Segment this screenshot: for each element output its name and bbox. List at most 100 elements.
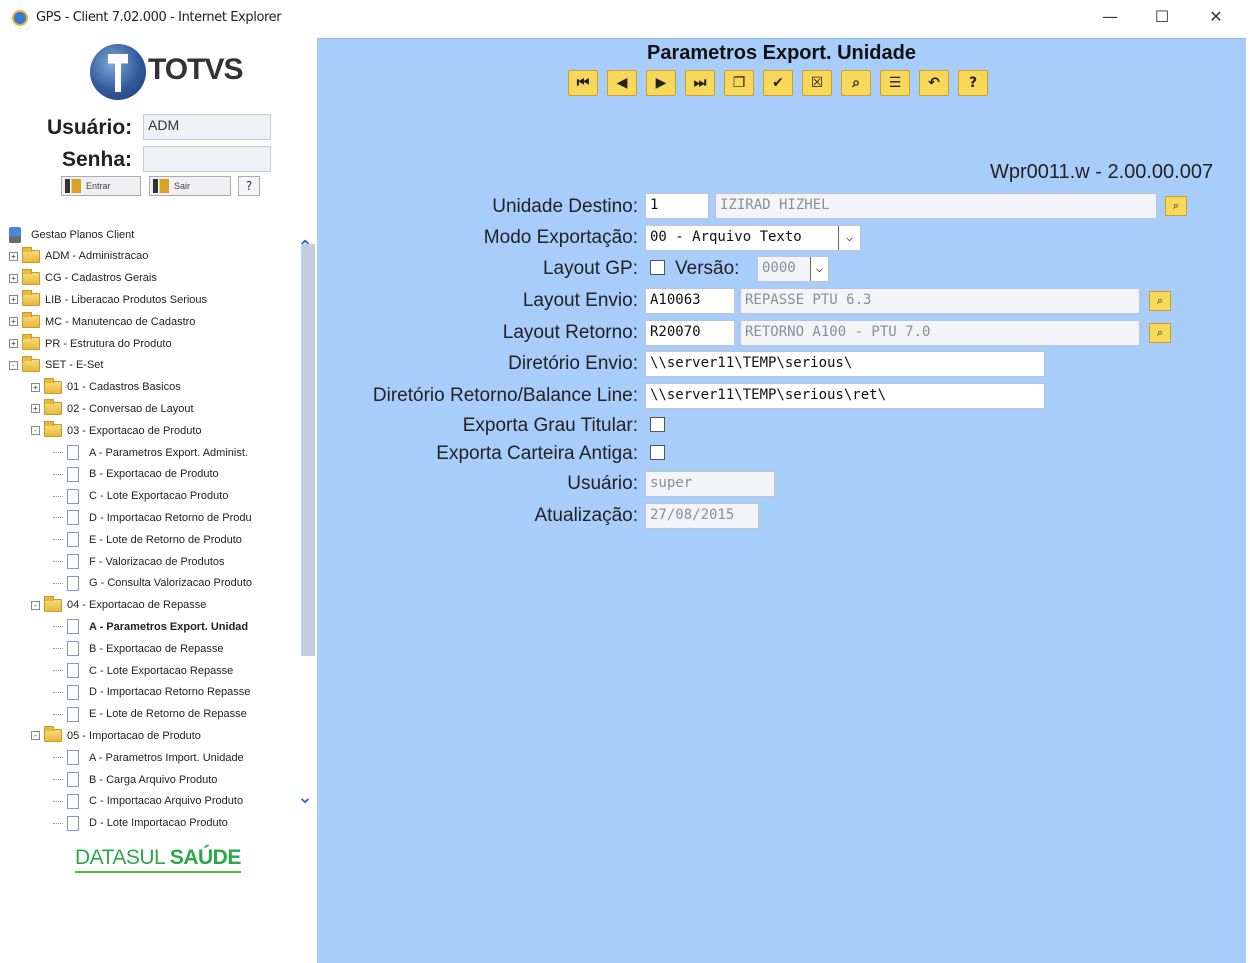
tree-item[interactable]: + MC - Manutencao de Cadastro	[9, 311, 195, 332]
enter-icon	[65, 179, 81, 193]
tree-item[interactable]: E - Lote de Retorno de Produto	[53, 529, 242, 550]
tree-item-label: A - Parametros Export. Unidad	[89, 620, 249, 633]
document-icon	[67, 793, 79, 809]
previous-record-button[interactable]: ◀	[607, 70, 637, 96]
tree-item[interactable]: A - Parametros Export. Administ.	[53, 442, 248, 463]
tree-item[interactable]: C - Importacao Arquivo Produto	[53, 791, 243, 812]
document-icon	[67, 684, 79, 700]
program-version: Wpr0011.w - 2.00.00.007	[990, 161, 1214, 183]
tree-item[interactable]: - SET - E-Set	[9, 355, 103, 376]
enter-button[interactable]: Entrar	[61, 176, 141, 196]
expand-icon[interactable]: +	[9, 273, 18, 283]
next-record-button[interactable]: ▶	[646, 70, 676, 96]
tree-item[interactable]: B - Exportacao de Produto	[53, 464, 219, 485]
login-help-button[interactable]: ?	[238, 176, 260, 196]
diretorio-envio-input[interactable]: \\server11\TEMP\serious\	[645, 351, 1045, 377]
tree-item[interactable]: +02 - Conversao de Layout	[31, 398, 194, 419]
versao-select[interactable]: 0000 ⌵	[757, 256, 829, 282]
expand-icon[interactable]: +	[9, 295, 18, 305]
tree-item-label: C - Importacao Arquivo Produto	[89, 795, 244, 808]
modo-exportacao-select[interactable]: 00 - Arquivo Texto ⌵	[645, 225, 861, 251]
usuario-label: Usuário:	[567, 473, 638, 494]
tree-item[interactable]: G - Consulta Valorizacao Produto	[53, 573, 252, 594]
collapse-icon[interactable]: -	[9, 360, 18, 370]
collapse-icon[interactable]: -	[31, 600, 40, 610]
expand-icon[interactable]: +	[9, 251, 18, 261]
chevron-down-icon[interactable]: ⌵	[838, 226, 860, 250]
unidade-destino-code-input[interactable]: 1	[645, 193, 709, 219]
tree-item[interactable]: E - Lote de Retorno de Repasse	[53, 704, 247, 725]
tree-item[interactable]: B - Carga Arquivo Produto	[53, 769, 217, 790]
tree-item-label: 02 - Conversao de Layout	[67, 402, 194, 415]
layout-retorno-lookup-icon[interactable]: ⌕	[1149, 323, 1171, 343]
folder-icon	[22, 268, 40, 285]
tree-item[interactable]: D - Importacao Retorno Repasse	[53, 682, 250, 703]
exporta-carteira-antiga-checkbox[interactable]	[650, 445, 665, 460]
tree-item[interactable]: A - Parametros Export. Unidad	[53, 616, 248, 637]
expand-icon[interactable]: +	[9, 339, 18, 348]
tree-item[interactable]: Gestao Planos Client	[9, 224, 134, 245]
tree-item[interactable]: C - Lote Exportacao Repasse	[53, 660, 233, 681]
minimize-button[interactable]: —	[1088, 4, 1132, 30]
tree-item[interactable]: - 05 - Importacao de Produto	[31, 725, 201, 746]
delete-button[interactable]: ☒	[802, 70, 832, 96]
tree-item[interactable]: + ADM - Administracao	[9, 246, 148, 267]
search-button[interactable]: ⌕	[841, 70, 871, 96]
chevron-down-icon[interactable]: ⌵	[810, 257, 828, 281]
layout-envio-lookup-icon[interactable]: ⌕	[1149, 291, 1171, 311]
new-record-button[interactable]: ❐	[724, 70, 754, 96]
unidade-destino-lookup-icon[interactable]: ⌕	[1165, 196, 1187, 216]
maximize-button[interactable]: ☐	[1140, 4, 1184, 30]
tree-scrollbar-thumb[interactable]	[301, 244, 315, 656]
tree-item[interactable]: A - Parametros Import. Unidade	[53, 747, 244, 768]
tree-item[interactable]: +01 - Cadastros Basicos	[31, 377, 181, 398]
tree-item-label: E - Lote de Retorno de Produto	[89, 533, 242, 546]
tree-item-label: 05 - Importacao de Produto	[67, 729, 201, 742]
collapse-icon[interactable]: -	[31, 731, 40, 741]
user-input[interactable]: ADM	[143, 114, 271, 140]
layout-retorno-code-input[interactable]: R20070	[645, 320, 735, 346]
exporta-carteira-antiga-label: Exporta Carteira Antiga:	[436, 443, 638, 464]
tree-item[interactable]: F - Valorizacao de Produtos	[53, 551, 225, 572]
layout-gp-checkbox[interactable]	[650, 260, 665, 275]
tree-item[interactable]: - 03 - Exportacao de Produto	[31, 420, 202, 441]
expand-icon[interactable]: +	[31, 404, 40, 414]
tree-item-label: A - Parametros Import. Unidade	[89, 751, 244, 764]
tree-item-label: C - Lote Exportacao Repasse	[89, 664, 234, 677]
help-icon: ?	[968, 75, 978, 91]
new-record-icon: ❐	[732, 75, 746, 91]
layout-envio-code-input[interactable]: A10063	[645, 288, 735, 314]
tree-scroll-down-icon[interactable]: ⌄	[297, 789, 313, 807]
exporta-grau-titular-checkbox[interactable]	[650, 417, 665, 432]
password-label: Senha:	[62, 148, 133, 171]
confirm-button[interactable]: ✔	[763, 70, 793, 96]
document-icon	[67, 663, 79, 678]
exporta-grau-titular-label: Exporta Grau Titular:	[462, 415, 638, 436]
tree-item[interactable]: - 04 - Exportacao de Repasse	[31, 595, 206, 616]
tree-item[interactable]: D - Lote Importacao Produto	[53, 813, 228, 834]
exit-button[interactable]: Sair	[149, 176, 231, 196]
tree-item[interactable]: + CG - Cadastros Gerais	[9, 268, 157, 289]
first-record-button[interactable]: ⏮	[568, 70, 598, 96]
tree-item[interactable]: + PR - Estrutura do Produto	[9, 333, 172, 354]
expand-icon[interactable]: +	[9, 317, 18, 327]
help-button[interactable]: ?	[958, 70, 988, 96]
diretorio-retorno-input[interactable]: \\server11\TEMP\serious\ret\	[645, 383, 1045, 409]
tree-item-label: B - Exportacao de Produto	[89, 468, 219, 481]
tree-item[interactable]: B - Exportacao de Repasse	[53, 638, 224, 659]
close-button[interactable]: ✕	[1194, 4, 1238, 30]
password-input[interactable]	[143, 146, 271, 172]
tree-item[interactable]: D - Importacao Retorno de Produ	[53, 507, 252, 528]
collapse-icon[interactable]: -	[31, 426, 40, 436]
layout-gp-label: Layout GP:	[542, 258, 638, 279]
tree-item[interactable]: C - Lote Exportacao Produto	[53, 486, 228, 507]
expand-icon[interactable]: +	[31, 382, 40, 392]
tree-item[interactable]: + LIB - Liberacao Produtos Serious	[9, 289, 207, 310]
folder-icon	[22, 355, 40, 372]
datasul-saude-logo: DATASUL SAÚDE	[75, 846, 241, 873]
report-button[interactable]: ☰	[880, 70, 910, 96]
last-record-button[interactable]: ⏭	[685, 70, 715, 96]
folder-icon	[44, 421, 62, 438]
undo-button[interactable]: ↶	[919, 70, 949, 96]
document-icon	[67, 772, 79, 787]
